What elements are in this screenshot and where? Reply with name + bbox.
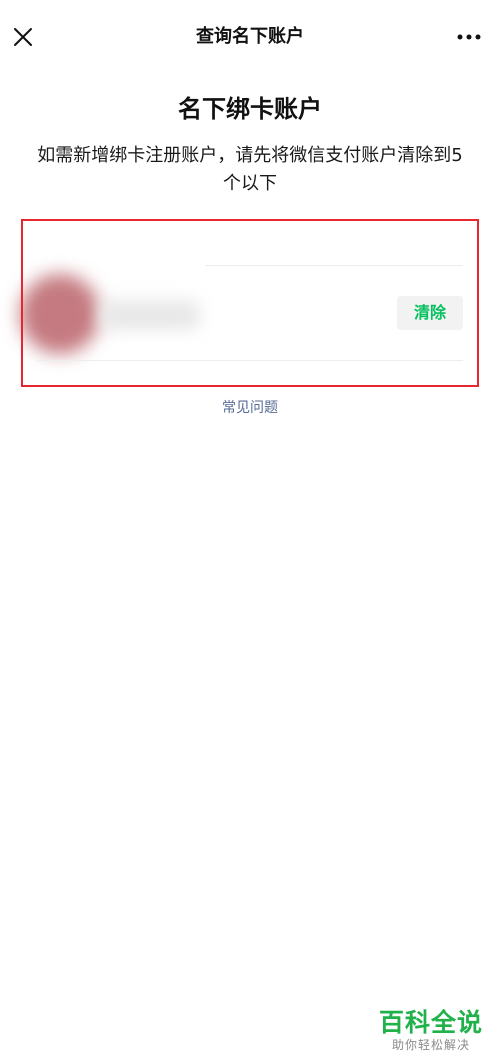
watermark-subtitle: 助你轻松解决 <box>391 1038 470 1052</box>
instruction-text: 如需新增绑卡注册账户，请先将微信支付账户清除到5个以下 <box>37 145 463 194</box>
highlight-box <box>21 219 479 387</box>
top-navbar: 查询名下账户 <box>0 0 500 74</box>
page-title: 查询名下账户 <box>196 26 304 47</box>
watermark-title: 百科全说 <box>378 1008 483 1037</box>
more-icon[interactable] <box>454 27 484 47</box>
watermark: 百科全说 助你轻松解决 <box>372 1008 490 1052</box>
faq-link[interactable]: 常见问题 <box>0 398 500 418</box>
section-heading: 名下绑卡账户 <box>178 95 322 123</box>
